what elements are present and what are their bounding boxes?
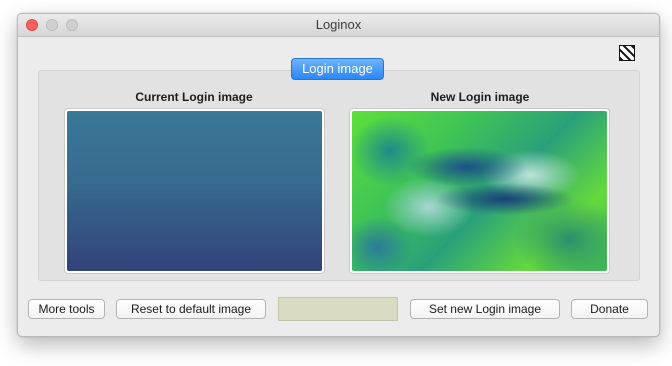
current-login-image (67, 111, 322, 271)
window-title: Loginox (315, 17, 362, 32)
titlebar[interactable]: Loginox (18, 14, 659, 37)
reset-default-image-button[interactable]: Reset to default image (116, 299, 266, 319)
app-window: Loginox Login image Current Login image … (17, 13, 660, 337)
new-image-label: New Login image (430, 90, 530, 104)
hatch-logo-icon[interactable] (619, 45, 635, 61)
donate-button[interactable]: Donate (571, 299, 648, 319)
set-new-login-image-button[interactable]: Set new Login image (410, 299, 560, 319)
tab-login-image[interactable]: Login image (291, 58, 384, 80)
more-tools-button[interactable]: More tools (28, 299, 105, 319)
new-login-image[interactable] (352, 111, 607, 271)
current-login-image-well (64, 108, 325, 274)
new-login-image-well[interactable] (349, 108, 610, 274)
current-image-label: Current Login image (135, 90, 253, 104)
status-field[interactable] (278, 297, 398, 321)
